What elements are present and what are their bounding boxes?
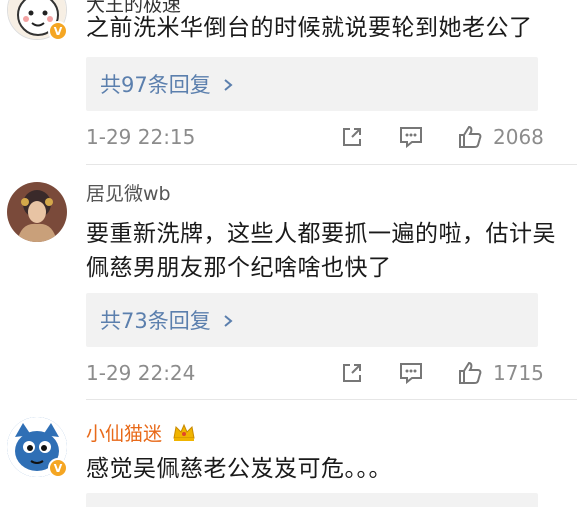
verified-badge: V xyxy=(48,458,68,478)
comment-meta: 1-29 22:15 2068 xyxy=(86,123,546,153)
replies-label: 共73条回复 xyxy=(100,305,233,335)
comment-item: V 大王的极速 之前洗米华倒台的时候就说要轮到她老公了 共97条回复 1-29 … xyxy=(0,0,577,165)
thumbs-up-icon[interactable] xyxy=(456,123,484,151)
share-icon[interactable] xyxy=(338,123,366,151)
comment-item: 居见微wb 要重新洗牌，这些人都要抓一遍的啦，估计吴佩慈男朋友那个纪啥啥也快了 … xyxy=(0,165,577,400)
crown-icon xyxy=(172,422,196,447)
chevron-right-icon xyxy=(223,73,233,97)
like-count: 1715 xyxy=(493,361,544,385)
timestamp: 1-29 22:24 xyxy=(86,361,196,385)
comment-text: 感觉吴佩慈老公岌岌可危。。。 xyxy=(86,456,392,482)
comment-meta: 1-29 22:24 1715 xyxy=(86,359,546,389)
like-count: 2068 xyxy=(493,125,544,149)
portrait-avatar-icon xyxy=(7,182,67,242)
comment-item: V 小仙猫迷 感觉吴佩慈老公岌岌可危。。。 xyxy=(0,400,577,507)
comment-text: 要重新洗牌，这些人都要抓一遍的啦，估计吴佩慈男朋友那个纪啥啥也快了 xyxy=(86,221,556,281)
replies-button[interactable] xyxy=(86,493,538,507)
avatar[interactable] xyxy=(7,182,67,242)
replies-button[interactable]: 共73条回复 xyxy=(86,293,538,347)
username[interactable]: 小仙猫迷 xyxy=(86,419,196,447)
verified-badge: V xyxy=(48,21,68,41)
replies-label: 共97条回复 xyxy=(100,69,233,99)
comment-icon[interactable] xyxy=(397,359,425,387)
comment-icon[interactable] xyxy=(397,123,425,151)
replies-button[interactable]: 共97条回复 xyxy=(86,57,538,111)
username[interactable]: 居见微wb xyxy=(86,179,171,206)
timestamp: 1-29 22:15 xyxy=(86,125,196,149)
chevron-right-icon xyxy=(223,309,233,333)
comment-text: 之前洗米华倒台的时候就说要轮到她老公了 xyxy=(86,15,533,41)
share-icon[interactable] xyxy=(338,359,366,387)
thumbs-up-icon[interactable] xyxy=(456,359,484,387)
